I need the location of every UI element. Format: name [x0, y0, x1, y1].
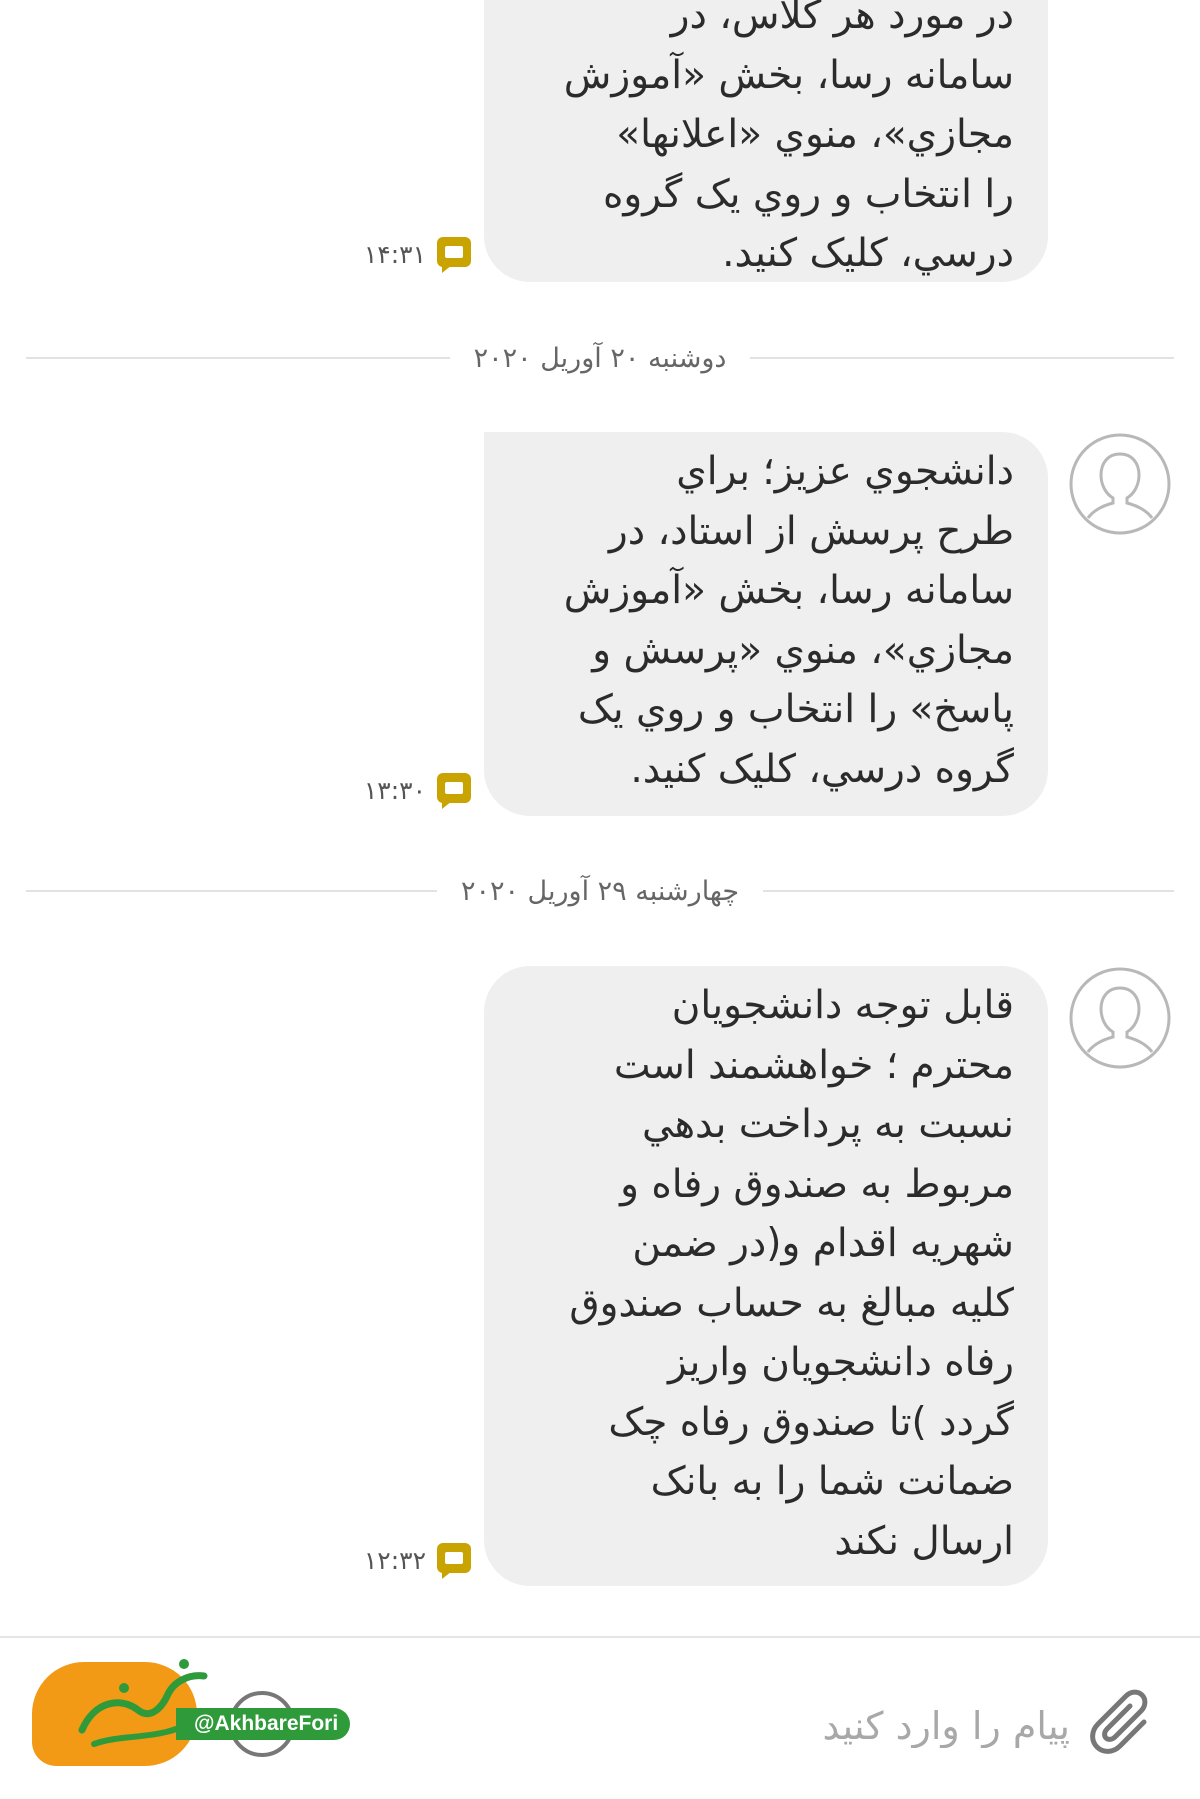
message-input[interactable] [548, 1690, 1072, 1762]
message-text-line: رفاه دانشجويان واريز [667, 1340, 1014, 1385]
watermark-script-logo [78, 1659, 213, 1747]
divider-rule [763, 890, 1175, 892]
sms-icon [437, 237, 471, 273]
message-text-line: قابل توجه دانشجويان [671, 983, 1014, 1028]
message-text-line: در مورد هر کلاس، در [670, 0, 1014, 38]
message-text-line: مربوط به صندوق رفاه و [620, 1161, 1014, 1207]
message-time: ۱۳:۳۰ [363, 775, 426, 805]
watermark-handle: @AkhbareFori [176, 1708, 351, 1740]
date-label: دوشنبه ۲۰ آوريل ۲۰۲۰ [473, 342, 727, 374]
message-bubble[interactable]: دانشجوي عزيز؛ براي طرح پرسش از استاد، در… [484, 432, 1048, 816]
contact-avatar-icon[interactable] [1068, 432, 1172, 536]
message-text-line: مجازي»، منوي «پرسش و [592, 627, 1014, 673]
message-text-line: طرح پرسش از استاد، در [608, 508, 1014, 554]
message-text-line: نسبت به پرداخت بدهي [641, 1102, 1014, 1147]
sms-icon [437, 1543, 471, 1579]
date-divider: چهارشنبه ۲۹ آوريل ۲۰۲۰ [26, 871, 1175, 911]
message-text-line: ارسال نکند [834, 1518, 1014, 1564]
message-bubble[interactable]: قابل توجه دانشجويان محترم ؛ خواهشمند است… [484, 966, 1048, 1586]
message-time: ۱۲:۳۲ [363, 1545, 426, 1575]
date-divider: دوشنبه ۲۰ آوريل ۲۰۲۰ [26, 338, 1175, 378]
message-text-line: درسي، کليک کنيد. [722, 231, 1014, 276]
divider-rule [750, 357, 1175, 359]
watermark-logo: @AkhbareFori [32, 1652, 362, 1772]
conversation-screen: در مورد هر کلاس، در سامانه رسا، بخش «آمو… [0, 0, 1200, 1799]
message-text-line: سامانه رسا، بخش «آموزش [563, 568, 1014, 613]
paperclip-icon[interactable] [1086, 1688, 1164, 1766]
message-meta: ۱۲:۳۲ [350, 1538, 474, 1582]
divider-rule [26, 890, 437, 892]
message-meta: ۱۴:۳۱ [350, 232, 474, 276]
message-meta: ۱۳:۳۰ [350, 768, 474, 812]
message-text-line: گردد )تا صندوق رفاه چک [608, 1399, 1014, 1445]
message-text-line: ضمانت شما را به بانک [650, 1459, 1014, 1504]
message-text-line: گروه درسي، کليک کنيد. [630, 746, 1014, 792]
message-text-line: پاسخ» را انتخاب و روي يک [577, 687, 1014, 732]
message-text-line: مجازي»، منوي «اعلانها» [616, 112, 1014, 157]
message-text-line: کليه مبالغ به حساب صندوق [569, 1280, 1014, 1326]
date-label: چهارشنبه ۲۹ آوريل ۲۰۲۰ [460, 875, 740, 907]
message-text-line: سامانه رسا، بخش «آموزش [563, 52, 1014, 98]
message-text-line: را انتخاب و روي يک گروه [602, 171, 1014, 217]
message-text-line: محترم ؛ خواهشمند است [613, 1042, 1014, 1088]
sms-icon [437, 773, 471, 809]
message-text-line: دانشجوي عزيز؛ براي [676, 449, 1014, 494]
divider-rule [26, 357, 450, 359]
message-bubble[interactable]: در مورد هر کلاس، در سامانه رسا، بخش «آمو… [484, 0, 1048, 282]
message-text-line: شهريه اقدام و(در ضمن [632, 1221, 1014, 1266]
contact-avatar-icon[interactable] [1068, 966, 1172, 1070]
message-time: ۱۴:۳۱ [363, 239, 426, 269]
